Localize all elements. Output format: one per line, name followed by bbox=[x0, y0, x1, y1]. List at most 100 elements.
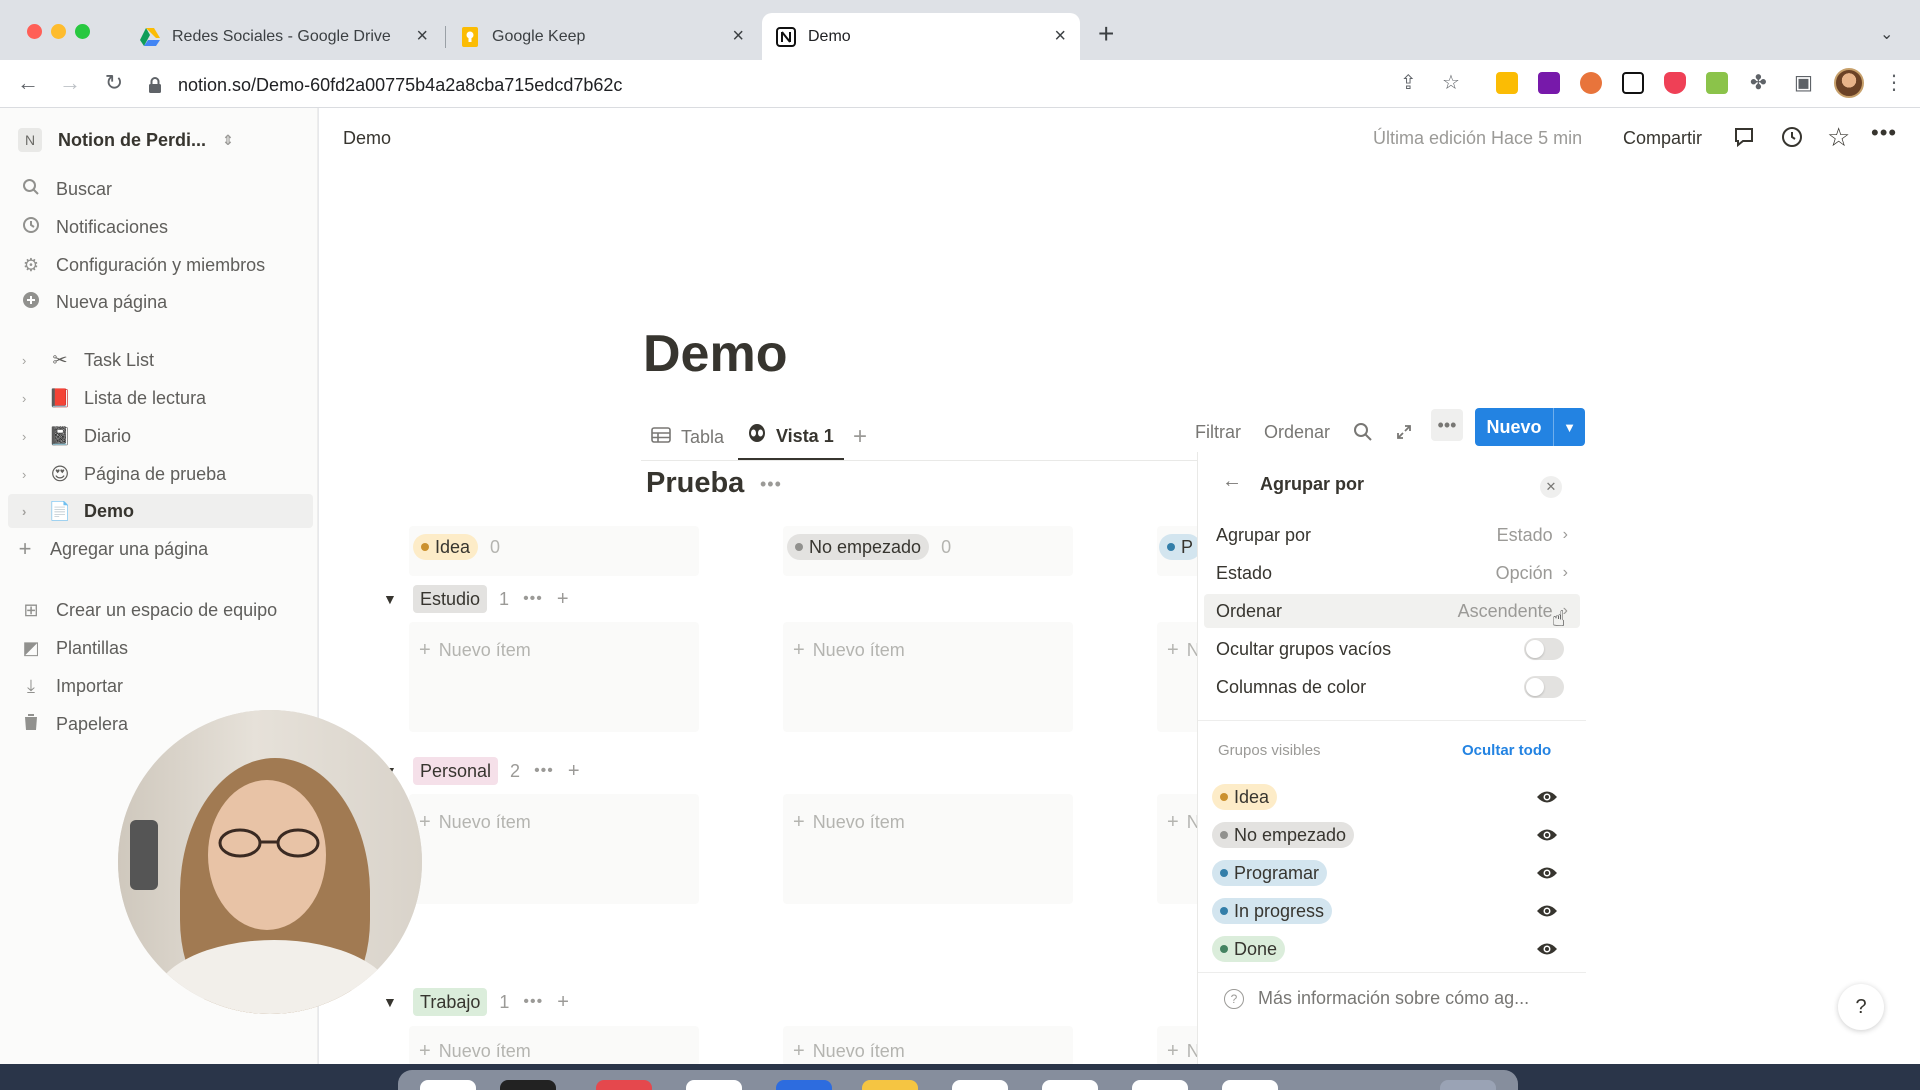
close-tab-icon[interactable]: × bbox=[1054, 25, 1066, 48]
sidebar-new-page[interactable]: Nueva página bbox=[20, 285, 167, 319]
breadcrumb[interactable]: Demo bbox=[343, 128, 391, 149]
chevron-right-icon[interactable]: › bbox=[22, 429, 36, 444]
new-item-button[interactable]: + N bbox=[1167, 1040, 1200, 1063]
learn-more-link[interactable]: ? Más información sobre cómo ag... bbox=[1224, 988, 1529, 1009]
new-button[interactable]: Nuevo ▼ bbox=[1475, 408, 1585, 446]
new-item-button[interactable]: + Nuevo ítem bbox=[793, 811, 905, 834]
dock-app-icon[interactable] bbox=[686, 1080, 742, 1090]
browser-tab-google-drive[interactable]: Redes Sociales - Google Drive × bbox=[126, 13, 442, 60]
dock-app-icon[interactable] bbox=[1042, 1080, 1098, 1090]
visible-group-no-empezado[interactable]: No empezado bbox=[1212, 820, 1592, 850]
board-column-idea[interactable]: Idea 0 bbox=[413, 534, 500, 560]
dock-app-icon[interactable] bbox=[952, 1080, 1008, 1090]
close-tab-icon[interactable]: × bbox=[732, 25, 744, 48]
close-tab-icon[interactable]: × bbox=[416, 25, 428, 48]
dock-app-icon[interactable] bbox=[596, 1080, 652, 1090]
new-item-button[interactable]: + N bbox=[1167, 639, 1200, 662]
panel-row-estado[interactable]: Estado Opción › bbox=[1204, 556, 1580, 590]
back-button[interactable]: ← bbox=[14, 70, 42, 96]
tab-tabla[interactable]: Tabla bbox=[651, 414, 724, 460]
sidebar-templates[interactable]: ◩ Plantillas bbox=[20, 631, 128, 665]
add-item-icon[interactable]: + bbox=[557, 991, 569, 1014]
sidebar-add-page[interactable]: + Agregar una página bbox=[14, 532, 209, 566]
sidebar-page-task-list[interactable]: › ✂ Task List bbox=[8, 343, 313, 377]
google-keep-extension-icon[interactable] bbox=[1496, 72, 1518, 94]
panel-row-ordenar[interactable]: Ordenar Ascendente › bbox=[1204, 594, 1580, 628]
favorite-star-icon[interactable]: ☆ bbox=[1827, 122, 1850, 153]
eye-icon[interactable] bbox=[1536, 941, 1558, 962]
new-item-button[interactable]: + Nuevo ítem bbox=[419, 639, 531, 662]
new-tab-button[interactable]: + bbox=[1098, 18, 1114, 50]
notion-extension-icon[interactable] bbox=[1622, 72, 1644, 94]
url-field[interactable]: notion.so/Demo-60fd2a00775b4a2a8cba715ed… bbox=[148, 70, 1404, 100]
chevron-right-icon[interactable]: › bbox=[22, 353, 36, 368]
group-options-icon[interactable]: ••• bbox=[523, 590, 543, 608]
search-icon[interactable] bbox=[1353, 414, 1373, 450]
group-estudio[interactable]: ▼ Estudio 1 ••• + bbox=[383, 584, 569, 614]
sidebar-trash[interactable]: Papelera bbox=[20, 707, 128, 741]
dock-app-icon[interactable] bbox=[862, 1080, 918, 1090]
side-panel-icon[interactable]: ▣ bbox=[1794, 70, 1813, 95]
reload-button[interactable]: ↻ bbox=[100, 70, 128, 96]
minimize-window-button[interactable] bbox=[51, 24, 66, 39]
browser-menu-icon[interactable]: ⋮ bbox=[1884, 70, 1904, 95]
dock-app-icon[interactable] bbox=[776, 1080, 832, 1090]
onenote-extension-icon[interactable] bbox=[1538, 72, 1560, 94]
visible-group-in-progress[interactable]: In progress bbox=[1212, 896, 1592, 926]
board-column-programar[interactable]: P bbox=[1159, 534, 1202, 560]
sidebar-search[interactable]: Buscar bbox=[20, 172, 112, 206]
sidebar-create-teamspace[interactable]: ⊞ Crear un espacio de equipo bbox=[20, 593, 277, 627]
chevron-right-icon[interactable]: › bbox=[22, 504, 36, 519]
filter-button[interactable]: Filtrar bbox=[1195, 414, 1241, 450]
add-item-icon[interactable]: + bbox=[557, 588, 569, 611]
dock-app-icon[interactable] bbox=[1440, 1080, 1496, 1090]
eye-icon[interactable] bbox=[1536, 827, 1558, 848]
triangle-down-icon[interactable]: ▼ bbox=[383, 591, 399, 607]
profile-avatar[interactable] bbox=[1834, 68, 1864, 98]
database-options-icon[interactable]: ••• bbox=[760, 474, 782, 495]
visible-group-idea[interactable]: Idea bbox=[1212, 782, 1592, 812]
sidebar-page-lista-de-lectura[interactable]: › 📕 Lista de lectura bbox=[8, 381, 313, 415]
view-options-button[interactable]: ••• bbox=[1431, 409, 1463, 441]
board-column-no-empezado[interactable]: No empezado 0 bbox=[787, 534, 951, 560]
maximize-window-button[interactable] bbox=[75, 24, 90, 39]
expand-icon[interactable] bbox=[1395, 414, 1413, 450]
eye-icon[interactable] bbox=[1536, 789, 1558, 810]
group-options-icon[interactable]: ••• bbox=[523, 993, 543, 1011]
back-arrow-icon[interactable]: ← bbox=[1222, 470, 1242, 493]
bookmark-star-icon[interactable]: ☆ bbox=[1442, 70, 1460, 95]
dock-app-icon[interactable] bbox=[500, 1080, 556, 1090]
dock-app-icon[interactable] bbox=[420, 1080, 476, 1090]
sidebar-page-demo[interactable]: › 📄 Demo bbox=[8, 494, 313, 528]
chevron-right-icon[interactable]: › bbox=[22, 391, 36, 406]
new-item-button[interactable]: + Nuevo ítem bbox=[419, 1040, 531, 1063]
tab-vista-1[interactable]: Vista 1 bbox=[738, 414, 844, 460]
visible-group-done[interactable]: Done bbox=[1212, 934, 1592, 964]
dock-app-icon[interactable] bbox=[1222, 1080, 1278, 1090]
new-item-button[interactable]: + Nuevo ítem bbox=[793, 1040, 905, 1063]
new-item-button[interactable]: + Nuevo ítem bbox=[419, 811, 531, 834]
chevron-right-icon[interactable]: › bbox=[22, 467, 36, 482]
share-button[interactable]: Compartir bbox=[1623, 128, 1702, 149]
browser-tab-demo[interactable]: Demo × bbox=[762, 13, 1080, 60]
panel-row-agrupar-por[interactable]: Agrupar por Estado › bbox=[1204, 518, 1580, 552]
add-item-icon[interactable]: + bbox=[568, 760, 580, 783]
new-item-button[interactable]: + Nuevo ítem bbox=[793, 639, 905, 662]
comments-icon[interactable] bbox=[1733, 126, 1755, 153]
close-icon[interactable]: ✕ bbox=[1540, 476, 1562, 498]
color-columns-toggle[interactable] bbox=[1524, 676, 1564, 698]
history-clock-icon[interactable] bbox=[1781, 126, 1803, 153]
sidebar-notifications[interactable]: Notificaciones bbox=[20, 210, 168, 244]
pocket-extension-icon[interactable] bbox=[1664, 72, 1686, 94]
sidebar-page-diario[interactable]: › 📓 Diario bbox=[8, 419, 313, 453]
dock-app-icon[interactable] bbox=[1132, 1080, 1188, 1090]
forward-button[interactable]: → bbox=[56, 70, 84, 96]
close-window-button[interactable] bbox=[27, 24, 42, 39]
help-button[interactable]: ? bbox=[1838, 984, 1884, 1030]
extensions-puzzle-icon[interactable]: ✤ bbox=[1750, 70, 1767, 95]
sort-button[interactable]: Ordenar bbox=[1264, 414, 1330, 450]
extension-icon[interactable] bbox=[1580, 72, 1602, 94]
hide-all-button[interactable]: Ocultar todo bbox=[1462, 742, 1551, 759]
new-item-button[interactable]: + N bbox=[1167, 811, 1200, 834]
tab-search-chevron-icon[interactable]: ⌄ bbox=[1880, 24, 1893, 44]
